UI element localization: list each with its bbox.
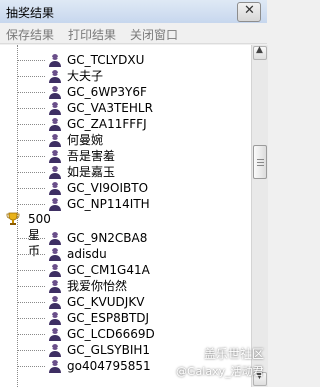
tree-branch-line — [17, 188, 45, 189]
tree-branch-line — [17, 366, 45, 367]
tree-branch-line — [17, 140, 45, 141]
tree-branch-line — [17, 108, 45, 109]
title-bar: 抽奖结果 ✕ — [0, 0, 267, 24]
trophy-icon — [6, 212, 20, 225]
user-icon — [49, 166, 61, 179]
vertical-scrollbar[interactable]: ▲ ▼ — [251, 45, 268, 387]
tree-branch-line — [17, 76, 45, 77]
user-icon — [49, 344, 61, 357]
list-item-label: GC_TCLYDXU — [67, 53, 145, 67]
user-icon — [49, 182, 61, 195]
user-icon — [49, 54, 61, 67]
user-icon — [49, 150, 61, 163]
tree-branch-line — [17, 172, 45, 173]
tree-branch-line — [17, 302, 45, 303]
list-item-label: GC_ESP8BTDJ — [67, 311, 150, 325]
menu-save-results[interactable]: 保存结果 — [6, 26, 54, 43]
scroll-up-icon: ▲ — [256, 45, 263, 55]
user-icon — [49, 248, 61, 261]
list-item-label: go404795851 — [67, 359, 151, 373]
user-icon — [49, 232, 61, 245]
user-icon — [49, 296, 61, 309]
list-item-label: 何曼婉 — [67, 133, 104, 147]
tree-branch-line — [17, 334, 45, 335]
list-item-label: GC_GLSYBIH1 — [67, 343, 151, 357]
list-item-label: 如是嘉玉 — [67, 165, 116, 179]
scroll-up-button[interactable]: ▲ — [253, 45, 267, 60]
user-icon — [49, 312, 61, 325]
user-icon — [49, 102, 61, 115]
close-button[interactable]: ✕ — [237, 2, 261, 22]
user-icon — [49, 86, 61, 99]
list-item-label: GC_ZA11FFFJ — [67, 117, 147, 131]
menu-bar: 保存结果 打印结果 关闭窗口 — [0, 23, 267, 44]
user-icon — [49, 280, 61, 293]
user-icon — [49, 70, 61, 83]
watermark: 盖乐世社区 @Galaxy_活动君 — [176, 342, 264, 382]
results-tree[interactable]: GC_TCLYDXU 大夫子 GC_6WP3Y6F GC_VA3TEHLR GC_ZA1… — [0, 45, 251, 387]
menu-close-window[interactable]: 关闭窗口 — [130, 26, 178, 43]
list-item-label: GC_CM1G41A — [67, 263, 150, 277]
list-item-label: adisdu — [67, 247, 107, 261]
tree-branch-line — [17, 204, 45, 205]
list-item-label: GC_KVUDJKV — [67, 295, 145, 309]
list-item-label: GC_6WP3Y6F — [67, 85, 147, 99]
watermark-line2: @Galaxy_活动君 — [176, 365, 264, 378]
list-item-label: GC_LCD6669D — [67, 327, 155, 341]
user-icon — [49, 134, 61, 147]
tree-branch-line — [17, 92, 45, 93]
watermark-logo-icon — [176, 342, 198, 364]
list-item-label: GC_VI9OIBTO — [67, 181, 149, 195]
tree-branch-line — [17, 238, 45, 239]
list-item-label: 我爱你怡然 — [67, 279, 128, 293]
watermark-line1: 盖乐世社区 — [204, 347, 265, 361]
list-item-label: GC_9N2CBA8 — [67, 231, 148, 245]
scroll-thumb[interactable] — [253, 145, 267, 179]
user-icon — [49, 328, 61, 341]
menu-print-results[interactable]: 打印结果 — [68, 26, 116, 43]
tree-branch-line — [17, 156, 45, 157]
list-item-label: GC_VA3TEHLR — [67, 101, 153, 115]
user-icon — [49, 198, 61, 211]
tree-branch-line — [17, 270, 45, 271]
close-icon: ✕ — [244, 3, 255, 18]
list-item-label: GC_NP114ITH — [67, 197, 150, 211]
user-icon — [49, 118, 61, 131]
tree-branch-line — [17, 286, 45, 287]
window-title: 抽奖结果 — [6, 6, 55, 20]
tree-branch-line — [17, 124, 45, 125]
tree-branch-line — [17, 254, 45, 255]
list-item-label: 大夫子 — [67, 69, 104, 83]
tree-branch-line — [17, 318, 45, 319]
user-icon — [49, 360, 61, 373]
list-item-label: 吾是害羞 — [67, 149, 116, 163]
tree-branch-line — [17, 60, 45, 61]
tree-branch-line — [17, 350, 45, 351]
user-icon — [49, 264, 61, 277]
